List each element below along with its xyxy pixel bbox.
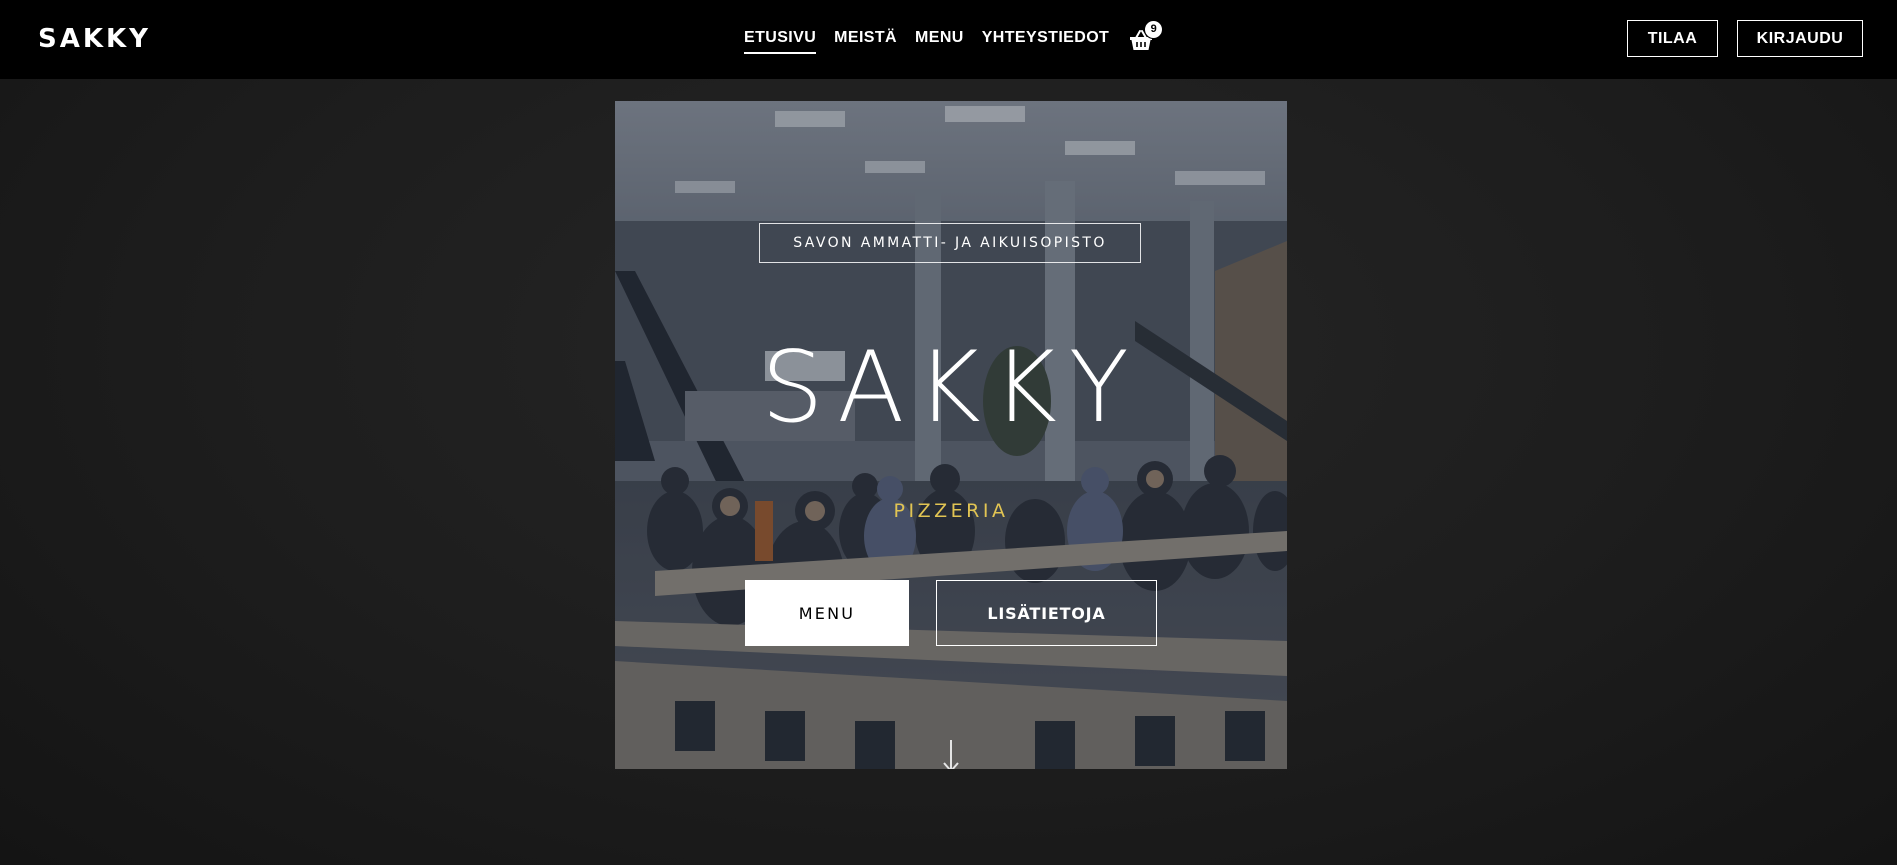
hero-title: SAKKY [761, 331, 1141, 445]
cart-button[interactable]: 9 [1129, 19, 1164, 53]
page: SAKKY ETUSIVU MEISTÄ MENU YHTEYSTIEDOT 9… [0, 0, 1897, 865]
nav-link-etusivu[interactable]: ETUSIVU [744, 25, 817, 54]
nav-link-meista[interactable]: MEISTÄ [834, 25, 897, 54]
main-nav: ETUSIVU MEISTÄ MENU YHTEYSTIEDOT 9 [744, 0, 1164, 79]
school-tagline: SAVON AMMATTI- JA AIKUISOPISTO [759, 223, 1141, 263]
nav-link-yhteystiedot[interactable]: YHTEYSTIEDOT [982, 25, 1109, 54]
cart-count-badge: 9 [1144, 19, 1164, 39]
brand-logo[interactable]: SAKKY [38, 24, 151, 54]
more-info-button[interactable]: LISÄTIETOJA [936, 580, 1157, 646]
hero-section: SAVON AMMATTI- JA AIKUISOPISTO SAKKY PIZ… [615, 101, 1287, 769]
menu-button[interactable]: MENU [745, 580, 909, 646]
login-button[interactable]: KIRJAUDU [1737, 20, 1863, 57]
order-button[interactable]: TILAA [1627, 20, 1718, 57]
hero-subtitle: PIZZERIA [893, 500, 1009, 522]
arrow-down-icon[interactable] [941, 739, 961, 769]
nav-link-menu[interactable]: MENU [915, 25, 964, 54]
top-navbar: SAKKY ETUSIVU MEISTÄ MENU YHTEYSTIEDOT 9… [0, 0, 1897, 79]
